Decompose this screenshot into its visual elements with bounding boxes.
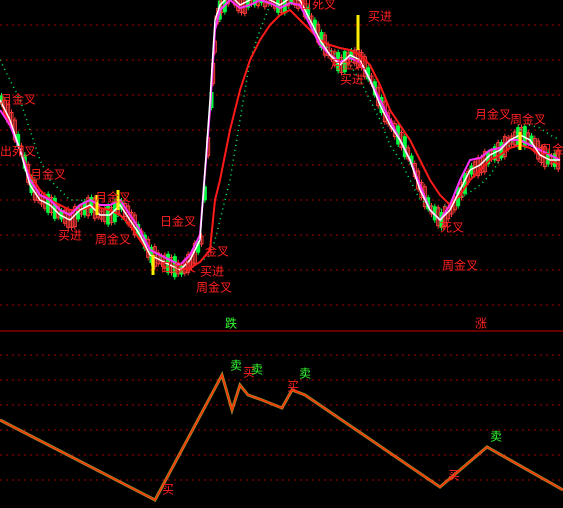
oscillator-label: 买 <box>287 380 299 394</box>
signal-label: 周金叉 <box>95 232 131 247</box>
trend-label: 涨 <box>475 316 487 331</box>
oscillator-label: 卖 <box>251 363 263 377</box>
trend-label: 跌 <box>225 316 237 331</box>
oscillator-glow <box>0 371 563 503</box>
signal-label: 日金叉 <box>540 142 563 157</box>
signal-label: 月金叉 <box>30 167 66 182</box>
candle-body <box>289 0 294 3</box>
oscillator-label: 买 <box>448 469 460 483</box>
signal-label: 月金叉 <box>475 107 511 122</box>
signal-label: 月金叉 <box>330 57 366 72</box>
signal-label: 日死叉 <box>300 0 336 12</box>
oscillator-label: 卖 <box>230 359 242 373</box>
signal-label: 买进 <box>200 265 224 279</box>
mid-ma-line <box>0 0 561 267</box>
signal-label: 月金叉 <box>95 190 131 205</box>
trend-labels: 跌涨 <box>225 316 487 331</box>
signal-label: 死叉 <box>440 221 464 235</box>
price-panel: 月金叉出死叉月金叉月金叉买进 周金叉日金叉金叉日金叉 买进周金叉日死叉买进月金叉买进… <box>0 0 563 295</box>
fast-ma-line <box>0 0 560 271</box>
oscillator-label: 卖 <box>490 430 502 444</box>
oscillator-label: 买 <box>162 483 174 497</box>
oscillator-label: 卖 <box>299 367 311 381</box>
slow-ma-line <box>0 8 561 272</box>
signal-label: 日金叉 <box>160 260 196 275</box>
oscillator-line <box>0 373 563 502</box>
signal-label: 日金叉 <box>160 214 196 229</box>
signal-label: 买进 <box>340 73 364 87</box>
signal-label: 周金叉 <box>442 258 478 273</box>
dotted-signal-line <box>0 0 561 271</box>
stock-indicator-chart: 月金叉出死叉月金叉月金叉买进 周金叉日金叉金叉日金叉 买进周金叉日死叉买进月金叉买进… <box>0 0 563 503</box>
signal-label: 周金叉 <box>196 280 232 295</box>
grid-lines <box>0 24 563 481</box>
signal-label: 出死叉 <box>0 145 36 159</box>
signal-label: 买进 <box>58 229 82 243</box>
signal-label: 金叉 <box>205 244 229 259</box>
signal-label: 买进 <box>368 10 392 24</box>
signal-label: 周金叉 <box>510 112 546 127</box>
signal-label: 月金叉 <box>0 92 36 107</box>
